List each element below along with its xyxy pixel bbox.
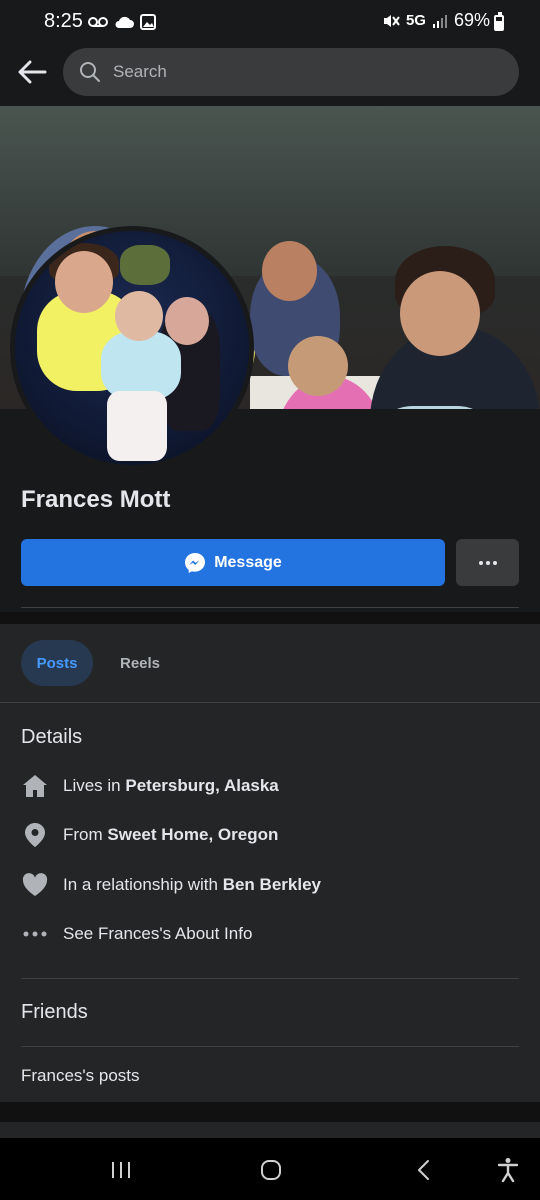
cover-photo-face [288, 336, 348, 396]
recent-apps-button[interactable] [103, 1152, 139, 1188]
search-input[interactable]: Search [63, 48, 519, 96]
back-arrow-icon [18, 60, 47, 84]
signal-icon [432, 14, 447, 28]
profile-picture-image [15, 231, 249, 465]
profile-screen: 8:25 5G 69% Search Frances Mott Message … [0, 0, 540, 1200]
tab-reels[interactable]: Reels [104, 640, 176, 686]
cloud-icon [115, 16, 134, 28]
detail-from[interactable]: From Sweet Home, Oregon [21, 820, 278, 850]
status-notification-icons [88, 14, 156, 30]
top-bar: Search [0, 46, 540, 102]
mute-icon [383, 14, 400, 27]
home-icon [21, 772, 49, 800]
avatar-background-figure [120, 245, 170, 285]
more-options-button[interactable] [456, 539, 519, 586]
search-placeholder: Search [113, 62, 167, 81]
avatar-child-face [165, 297, 209, 345]
detail-relationship[interactable]: In a relationship with Ben Berkley [21, 870, 321, 900]
detail-from-value: Sweet Home, Oregon [107, 825, 279, 844]
detail-lives-in-prefix: Lives in [63, 776, 126, 795]
detail-about-link[interactable]: See Frances's About Info [21, 919, 252, 949]
tab-posts[interactable]: Posts [21, 640, 93, 686]
messenger-icon [185, 552, 206, 573]
message-button-label: Message [214, 553, 282, 571]
more-icon-dot [485, 560, 490, 565]
back-nav-icon [418, 1160, 429, 1180]
detail-lives-in[interactable]: Lives in Petersburg, Alaska [21, 771, 279, 801]
battery-icon [494, 12, 504, 31]
divider [21, 607, 519, 608]
divider [21, 978, 519, 979]
detail-about-label: See Frances's About Info [63, 924, 253, 943]
next-card-edge [0, 1122, 540, 1138]
avatar-baby-face [115, 291, 163, 341]
detail-relationship-prefix: In a relationship with [63, 875, 223, 894]
image-icon [140, 14, 156, 30]
detail-from-prefix: From [63, 825, 108, 844]
heart-icon [21, 871, 49, 899]
divider [21, 1046, 519, 1047]
back-button[interactable] [14, 54, 50, 90]
message-button[interactable]: Message [21, 539, 445, 586]
avatar-child-face [55, 251, 113, 313]
profile-picture[interactable] [10, 226, 254, 470]
detail-relationship-value: Ben Berkley [222, 875, 321, 894]
accessibility-icon [497, 1158, 519, 1183]
accessibility-button[interactable] [490, 1152, 526, 1188]
system-navigation-bar [0, 1138, 540, 1200]
section-separator [0, 612, 540, 624]
status-time: 8:25 [44, 10, 83, 32]
divider [0, 702, 540, 703]
cover-photo-face [262, 241, 317, 301]
voicemail-icon [88, 17, 108, 27]
more-icon-dot [492, 560, 497, 565]
avatar-baby-legs [107, 391, 167, 461]
more-icon [478, 560, 483, 565]
posts-link[interactable]: Frances's posts [21, 1066, 140, 1086]
detail-lives-in-value: Petersburg, Alaska [125, 776, 279, 795]
section-separator [0, 1102, 540, 1122]
recent-apps-icon [112, 1162, 130, 1178]
home-nav-button[interactable] [253, 1152, 289, 1188]
home-nav-icon [261, 1160, 281, 1180]
cover-photo-face [400, 271, 480, 356]
back-nav-button[interactable] [406, 1152, 442, 1188]
battery-percent: 69% [453, 10, 490, 30]
details-heading: Details [21, 726, 83, 748]
location-pin-icon [21, 821, 49, 849]
status-right: 5G 69% [382, 10, 490, 31]
profile-name: Frances Mott [21, 486, 171, 513]
search-icon [80, 62, 100, 82]
friends-heading[interactable]: Friends [21, 1001, 88, 1024]
ellipsis-icon [21, 920, 49, 948]
network-label: 5G [405, 12, 426, 29]
profile-content-card: Posts Reels Details Lives in Petersburg,… [0, 624, 540, 1102]
status-bar: 8:25 5G 69% [0, 0, 540, 46]
